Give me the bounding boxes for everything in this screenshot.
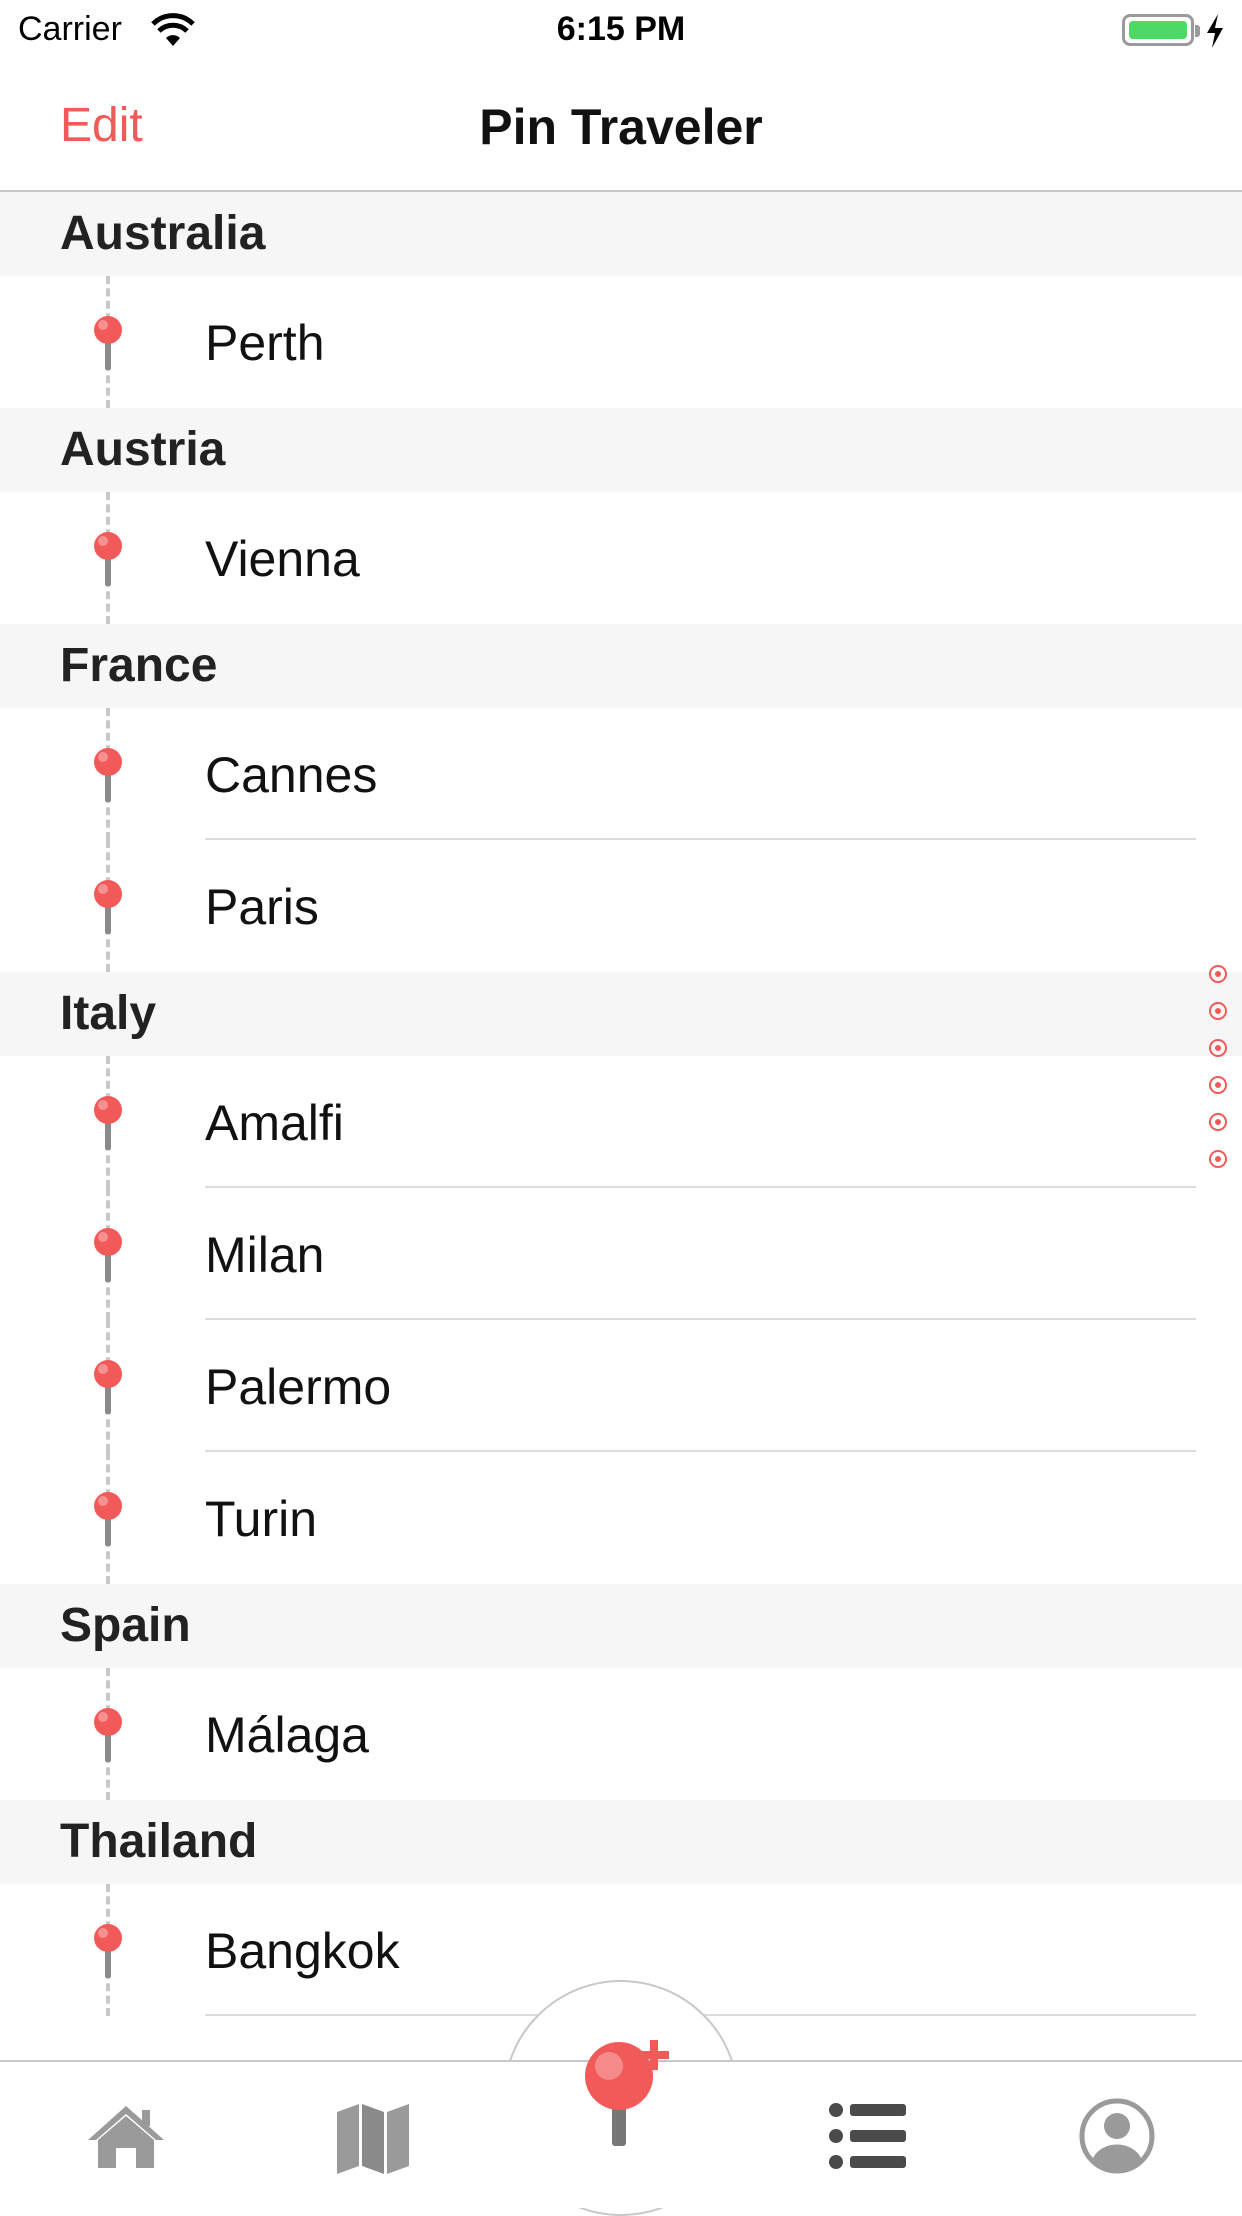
- places-list: Australia Perth Austria Vienna France Cannes P…: [0, 192, 1242, 2016]
- status-bar: Carrier 6:15 PM: [0, 0, 1242, 64]
- section-header: Australia: [0, 192, 1242, 276]
- index-dot[interactable]: [1209, 965, 1227, 983]
- place-name: Amalfi: [205, 1095, 344, 1151]
- home-icon[interactable]: [86, 2096, 166, 2176]
- place-row[interactable]: Cannes: [0, 708, 1242, 840]
- section-title: Spain: [60, 1599, 191, 1652]
- section-index[interactable]: [1209, 965, 1229, 1187]
- page-title: Pin Traveler: [479, 99, 763, 155]
- index-dot[interactable]: [1209, 1113, 1227, 1131]
- section-header: Thailand: [0, 1800, 1242, 1884]
- place-name: Milan: [205, 1227, 325, 1283]
- place-name: Vienna: [205, 531, 360, 587]
- place-name: Palermo: [205, 1359, 392, 1415]
- place-name: Bangkok: [205, 1923, 400, 1979]
- pin-icon: [90, 1922, 126, 1982]
- section-title: Italy: [60, 987, 157, 1040]
- index-dot[interactable]: [1209, 1150, 1227, 1168]
- index-dot[interactable]: [1209, 1039, 1227, 1057]
- place-row[interactable]: Palermo: [0, 1320, 1242, 1452]
- pin-icon: [90, 1358, 126, 1418]
- map-icon[interactable]: [333, 2096, 413, 2176]
- pin-icon: [90, 878, 126, 938]
- pin-icon: [90, 1490, 126, 1550]
- place-row[interactable]: Paris: [0, 840, 1242, 972]
- pin-icon: [90, 314, 126, 374]
- list-icon[interactable]: [828, 2096, 908, 2176]
- pin-icon: [90, 746, 126, 806]
- place-row[interactable]: Málaga: [0, 1668, 1242, 1800]
- battery-icon: [1122, 14, 1200, 46]
- profile-icon[interactable]: [1077, 2096, 1157, 2176]
- section-header: France: [0, 624, 1242, 708]
- pin-icon: [90, 1094, 126, 1154]
- add-pin-icon[interactable]: [568, 2020, 688, 2160]
- section-title: Thailand: [60, 1815, 258, 1868]
- place-name: Paris: [205, 879, 319, 935]
- place-row[interactable]: Turin: [0, 1452, 1242, 1584]
- status-time: 6:15 PM: [556, 10, 686, 48]
- section-header: Austria: [0, 408, 1242, 492]
- index-dot[interactable]: [1209, 1076, 1227, 1094]
- pin-icon: [90, 1706, 126, 1766]
- place-row[interactable]: Perth: [0, 276, 1242, 408]
- section-title: Austria: [60, 423, 226, 476]
- navigation-bar: Edit Pin Traveler: [0, 64, 1242, 192]
- pin-icon: [90, 530, 126, 590]
- charging-icon: [1207, 14, 1223, 48]
- index-dot[interactable]: [1209, 1002, 1227, 1020]
- place-row[interactable]: Vienna: [0, 492, 1242, 624]
- place-name: Turin: [205, 1491, 318, 1547]
- section-title: France: [60, 639, 218, 692]
- place-name: Cannes: [205, 747, 378, 803]
- place-name: Perth: [205, 315, 325, 371]
- place-row[interactable]: Milan: [0, 1188, 1242, 1320]
- section-header: Spain: [0, 1584, 1242, 1668]
- place-row[interactable]: Amalfi: [0, 1056, 1242, 1188]
- pin-icon: [90, 1226, 126, 1286]
- section-title: Australia: [60, 207, 266, 260]
- section-header: Italy: [0, 972, 1242, 1056]
- place-name: Málaga: [205, 1707, 369, 1763]
